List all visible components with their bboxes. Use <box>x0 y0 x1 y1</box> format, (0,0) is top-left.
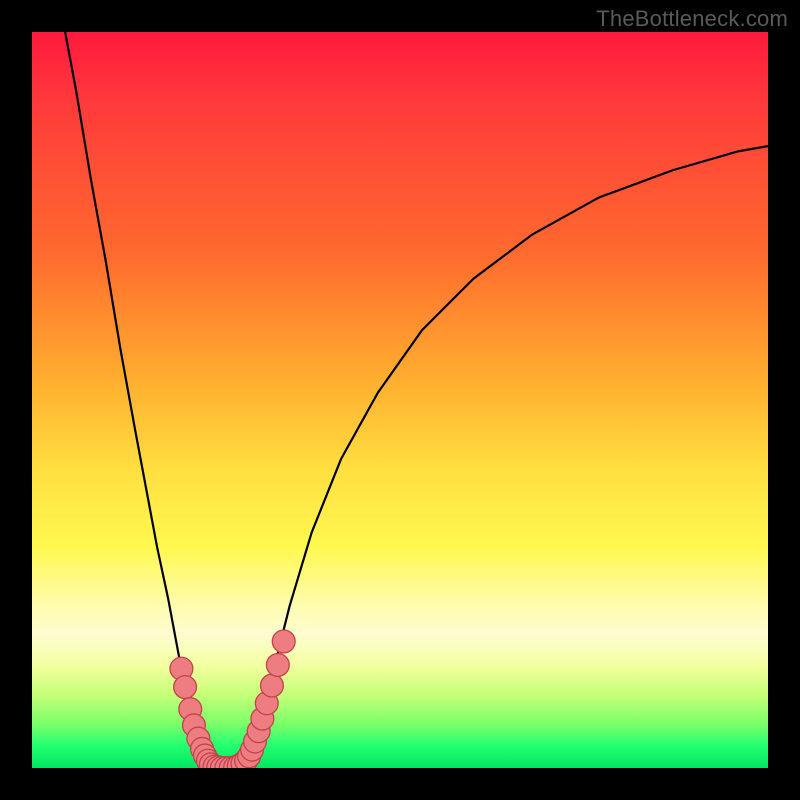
marker-point <box>272 630 295 653</box>
marker-point <box>266 654 289 677</box>
left-branch-curve <box>65 32 211 768</box>
plot-area <box>32 32 768 768</box>
chart-frame: TheBottleneck.com <box>0 0 800 800</box>
marker-point <box>261 674 284 697</box>
right-branch-curve <box>244 146 768 768</box>
chart-svg <box>32 32 768 768</box>
markers-group <box>170 630 295 768</box>
watermark-text: TheBottleneck.com <box>596 6 788 32</box>
curve-group <box>65 32 768 768</box>
marker-point <box>174 676 197 699</box>
